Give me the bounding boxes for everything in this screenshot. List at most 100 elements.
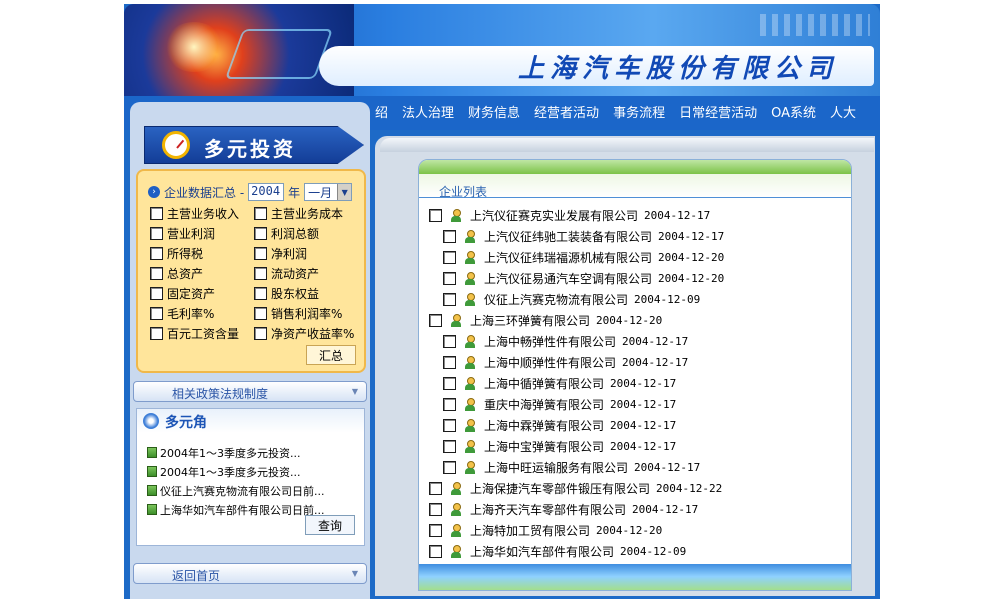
company-date: 2004-12-17 bbox=[610, 419, 677, 432]
chevron-down-icon[interactable]: ▼ bbox=[337, 184, 352, 200]
company-name[interactable]: 上海特加工贸有限公司 bbox=[470, 522, 590, 539]
home-bar[interactable]: 返回首页 ▼ bbox=[133, 563, 367, 584]
company-checkbox[interactable] bbox=[443, 377, 456, 390]
metric-checkbox-item[interactable]: 固定资产 bbox=[150, 285, 254, 302]
nav-item[interactable]: 法人治理 bbox=[402, 102, 454, 121]
company-checkbox[interactable] bbox=[443, 419, 456, 432]
metric-checkbox[interactable] bbox=[150, 307, 163, 320]
metric-checkbox[interactable] bbox=[254, 247, 267, 260]
nav-item[interactable]: OA系统 bbox=[771, 102, 816, 121]
company-date: 2004-12-20 bbox=[658, 251, 725, 264]
company-name[interactable]: 上汽仪征纬驰工装装备有限公司 bbox=[484, 228, 652, 245]
multi-angle-link[interactable]: 2004年1～3季度多元投资... bbox=[147, 462, 325, 481]
company-checkbox[interactable] bbox=[443, 272, 456, 285]
metric-checkbox-label: 流动资产 bbox=[271, 267, 320, 281]
metric-checkbox[interactable] bbox=[150, 227, 163, 240]
metric-checkbox-item[interactable]: 百元工资含量 bbox=[150, 325, 254, 342]
metric-checkbox[interactable] bbox=[150, 267, 163, 280]
nav-item[interactable]: 人大 bbox=[830, 102, 856, 121]
metric-checkbox[interactable] bbox=[150, 247, 163, 260]
company-name[interactable]: 上海中宝弹簧有限公司 bbox=[484, 438, 604, 455]
metric-checkbox-item[interactable]: 销售利润率% bbox=[254, 305, 358, 322]
user-icon bbox=[464, 418, 476, 433]
query-button[interactable]: 查询 bbox=[305, 515, 355, 535]
nav-item[interactable]: 绍 bbox=[375, 102, 388, 121]
company-title: 上海汽车股份有限公司 bbox=[518, 54, 839, 84]
metric-checkbox[interactable] bbox=[254, 287, 267, 300]
company-name[interactable]: 上海三环弹簧有限公司 bbox=[470, 312, 590, 329]
metric-checkbox-item[interactable]: 主营业务成本 bbox=[254, 205, 358, 222]
company-checkbox[interactable] bbox=[443, 461, 456, 474]
company-checkbox[interactable] bbox=[443, 335, 456, 348]
company-name[interactable]: 上汽仪征纬瑞福源机械有限公司 bbox=[484, 249, 652, 266]
company-name[interactable]: 上海中顺弹性件有限公司 bbox=[484, 354, 616, 371]
metric-checkbox-item[interactable]: 净利润 bbox=[254, 245, 358, 262]
metric-checkbox-item[interactable]: 净资产收益率% bbox=[254, 325, 358, 342]
metric-checkbox[interactable] bbox=[254, 267, 267, 280]
multi-angle-link[interactable]: 上海华如汽车部件有限公司日前... bbox=[147, 500, 325, 519]
metric-checkbox[interactable] bbox=[150, 327, 163, 340]
company-checkbox[interactable] bbox=[443, 356, 456, 369]
metric-checkbox-item[interactable]: 利润总额 bbox=[254, 225, 358, 242]
company-name[interactable]: 上海中循弹簧有限公司 bbox=[484, 375, 604, 392]
company-date: 2004-12-17 bbox=[632, 503, 699, 516]
company-date: 2004-12-17 bbox=[622, 335, 689, 348]
company-date: 2004-12-17 bbox=[644, 209, 711, 222]
document-icon bbox=[147, 466, 157, 477]
company-name[interactable]: 仪征上汽赛克物流有限公司 bbox=[484, 291, 628, 308]
company-checkbox[interactable] bbox=[429, 314, 442, 327]
company-checkbox[interactable] bbox=[443, 440, 456, 453]
metric-checkbox[interactable] bbox=[254, 307, 267, 320]
company-checkbox[interactable] bbox=[443, 293, 456, 306]
list-titlebar: 企业列表 bbox=[419, 174, 851, 199]
company-checkbox[interactable] bbox=[443, 230, 456, 243]
company-name[interactable]: 上海中旺运输服务有限公司 bbox=[484, 459, 628, 476]
company-checkbox[interactable] bbox=[429, 503, 442, 516]
nav-item[interactable]: 日常经营活动 bbox=[679, 102, 757, 121]
metric-checkbox-item[interactable]: 主营业务收入 bbox=[150, 205, 254, 222]
company-name[interactable]: 上汽仪征易通汽车空调有限公司 bbox=[484, 270, 652, 287]
policy-bar-label: 相关政策法规制度 bbox=[172, 387, 269, 401]
top-nav-items: 绍法人治理 财务信息 经营者活动 事务流程 日常经营活动 OA系统 人大 bbox=[375, 102, 856, 121]
company-name[interactable]: 上海中霖弹簧有限公司 bbox=[484, 417, 604, 434]
policy-bar[interactable]: 相关政策法规制度 ▼ bbox=[133, 381, 367, 402]
multi-angle-link[interactable]: 仪征上汽赛克物流有限公司日前... bbox=[147, 481, 325, 500]
company-name[interactable]: 上海华如汽车部件有限公司 bbox=[470, 543, 614, 560]
company-name[interactable]: 上海中畅弹性件有限公司 bbox=[484, 333, 616, 350]
company-row: 上海中霖弹簧有限公司 2004-12-17 bbox=[419, 415, 724, 436]
company-checkbox[interactable] bbox=[429, 545, 442, 558]
user-icon bbox=[464, 229, 476, 244]
month-select[interactable]: 一月 ▼ bbox=[304, 183, 353, 201]
metric-checkbox-item[interactable]: 股东权益 bbox=[254, 285, 358, 302]
company-checkbox[interactable] bbox=[429, 209, 442, 222]
metric-checkbox-item[interactable]: 所得税 bbox=[150, 245, 254, 262]
company-name[interactable]: 重庆中海弹簧有限公司 bbox=[484, 396, 604, 413]
company-checkbox[interactable] bbox=[443, 251, 456, 264]
nav-item[interactable]: 财务信息 bbox=[468, 102, 520, 121]
metric-checkbox-item[interactable]: 毛利率% bbox=[150, 305, 254, 322]
section-tab: 多元投资 bbox=[136, 126, 366, 166]
company-date: 2004-12-20 bbox=[658, 272, 725, 285]
nav-item[interactable]: 事务流程 bbox=[613, 102, 665, 121]
multi-angle-link[interactable]: 2004年1～3季度多元投资... bbox=[147, 443, 325, 462]
metric-checkbox[interactable] bbox=[254, 327, 267, 340]
summarize-button[interactable]: 汇总 bbox=[306, 345, 356, 365]
company-name[interactable]: 上汽仪征赛克实业发展有限公司 bbox=[470, 207, 638, 224]
document-icon bbox=[147, 447, 157, 458]
company-list-box: 企业列表 上汽仪征赛克实业发展有限公司 2004-12-17 上汽仪征纬驰工装装备有… bbox=[418, 159, 852, 591]
metric-checkbox-item[interactable]: 流动资产 bbox=[254, 265, 358, 282]
company-date: 2004-12-09 bbox=[634, 293, 701, 306]
company-name[interactable]: 上海保捷汽车零部件锻压有限公司 bbox=[470, 480, 650, 497]
metric-checkbox[interactable] bbox=[150, 287, 163, 300]
metric-checkbox[interactable] bbox=[150, 207, 163, 220]
metric-checkbox[interactable] bbox=[254, 227, 267, 240]
metric-checkbox-item[interactable]: 营业利润 bbox=[150, 225, 254, 242]
year-input[interactable]: 2004 bbox=[248, 183, 285, 201]
metric-checkbox-item[interactable]: 总资产 bbox=[150, 265, 254, 282]
company-checkbox[interactable] bbox=[443, 398, 456, 411]
company-checkbox[interactable] bbox=[429, 524, 442, 537]
nav-item[interactable]: 经营者活动 bbox=[534, 102, 599, 121]
company-name[interactable]: 上海齐天汽车零部件有限公司 bbox=[470, 501, 626, 518]
metric-checkbox[interactable] bbox=[254, 207, 267, 220]
company-checkbox[interactable] bbox=[429, 482, 442, 495]
